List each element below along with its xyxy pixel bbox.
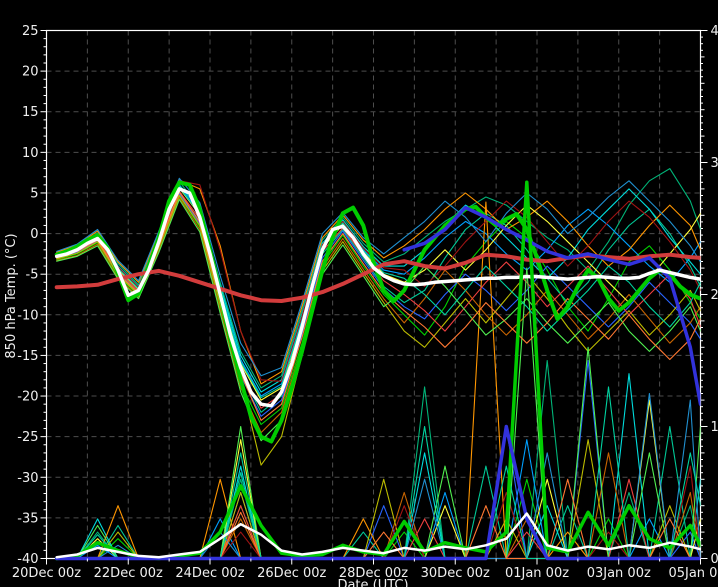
svg-text:20: 20: [711, 288, 718, 303]
svg-text:-30: -30: [17, 471, 38, 486]
ensemble-meteogram-chart: 25 20 15 10 5 0 -5 -10 -15 -20 -25 -30 -35 -40 40 30 20 1…: [0, 0, 718, 587]
x-axis-label: Date (UTC): [303, 578, 443, 587]
svg-text:-10: -10: [17, 308, 38, 323]
svg-text:01Jan 00z: 01Jan 00z: [505, 566, 569, 581]
svg-text:24Dec 00z: 24Dec 00z: [175, 566, 244, 581]
svg-text:0: 0: [711, 552, 718, 567]
svg-text:05Jan 00z: 05Jan 00z: [668, 566, 718, 581]
svg-text:10: 10: [22, 146, 39, 161]
svg-text:20: 20: [22, 65, 39, 80]
svg-text:-40: -40: [17, 552, 38, 567]
svg-text:22Dec 00z: 22Dec 00z: [94, 566, 163, 581]
svg-text:-25: -25: [17, 430, 38, 445]
svg-text:5: 5: [30, 186, 38, 201]
svg-text:15: 15: [22, 105, 39, 120]
svg-text:40: 40: [711, 24, 718, 39]
svg-text:-35: -35: [17, 511, 38, 526]
svg-text:-15: -15: [17, 349, 38, 364]
svg-text:-20: -20: [17, 390, 38, 405]
svg-text:-5: -5: [26, 268, 39, 283]
meteogram-page: Chicago (US) 850 hPa Temp. & Niederschla…: [0, 0, 718, 587]
y-axis-label: 850 hPa Temp. (°C): [4, 226, 18, 366]
svg-text:25: 25: [22, 24, 39, 39]
svg-text:10: 10: [711, 420, 718, 435]
svg-text:30: 30: [711, 156, 718, 171]
svg-text:0: 0: [30, 227, 38, 242]
svg-text:20Dec 00z: 20Dec 00z: [12, 566, 81, 581]
svg-text:03Jan 00z: 03Jan 00z: [587, 566, 651, 581]
